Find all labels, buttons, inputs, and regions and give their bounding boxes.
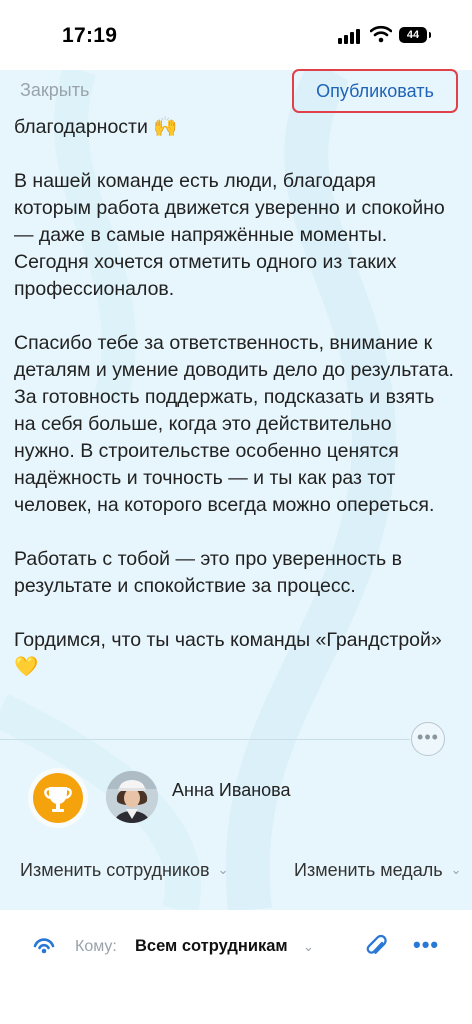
audience-selector[interactable]: Всем сотрудникам: [135, 937, 288, 956]
paperclip-icon[interactable]: [364, 934, 388, 960]
trophy-icon: [33, 773, 83, 823]
chevron-down-icon[interactable]: ⌄: [303, 939, 314, 955]
bottom-bar: [0, 910, 472, 1024]
avatar[interactable]: [106, 771, 158, 823]
medal-badge[interactable]: [28, 768, 88, 828]
change-medal-button[interactable]: Изменить медаль ⌄: [294, 860, 462, 881]
recipient-name: Анна Иванова: [172, 780, 291, 800]
to-label: Кому:: [75, 938, 117, 955]
status-bar: 17:19 44: [0, 0, 472, 70]
change-medal-label: Изменить медаль: [294, 860, 443, 880]
publish-button[interactable]: Опубликовать: [292, 69, 458, 113]
change-employees-button[interactable]: Изменить сотрудников ⌄: [20, 860, 229, 881]
more-dots-icon[interactable]: •••: [413, 932, 439, 958]
divider: [0, 739, 410, 740]
chevron-down-icon: ⌄: [450, 862, 462, 877]
wifi-icon: [370, 25, 392, 43]
battery-icon: 44: [399, 27, 431, 43]
change-employees-label: Изменить сотрудников: [20, 860, 210, 880]
broadcast-icon[interactable]: [32, 935, 56, 955]
message-paragraph: благодарности 🙌: [14, 116, 178, 138]
cellular-signal-icon: [338, 28, 362, 44]
status-time: 17:19: [62, 24, 118, 47]
more-horizontal-icon[interactable]: •••: [411, 722, 445, 756]
message-paragraph: Спасибо тебе за ответственность, внимани…: [14, 332, 454, 516]
chevron-down-icon: ⌄: [217, 862, 229, 877]
message-paragraph: Работать с тобой — это про уверенность в…: [14, 548, 402, 597]
close-button[interactable]: Закрыть: [20, 80, 89, 101]
message-text[interactable]: благодарности 🙌 В нашей команде есть люд…: [14, 114, 454, 708]
message-paragraph: В нашей команде есть люди, благодаря кот…: [14, 170, 445, 300]
message-paragraph: Гордимся, что ты часть команды «Грандстр…: [14, 629, 442, 678]
